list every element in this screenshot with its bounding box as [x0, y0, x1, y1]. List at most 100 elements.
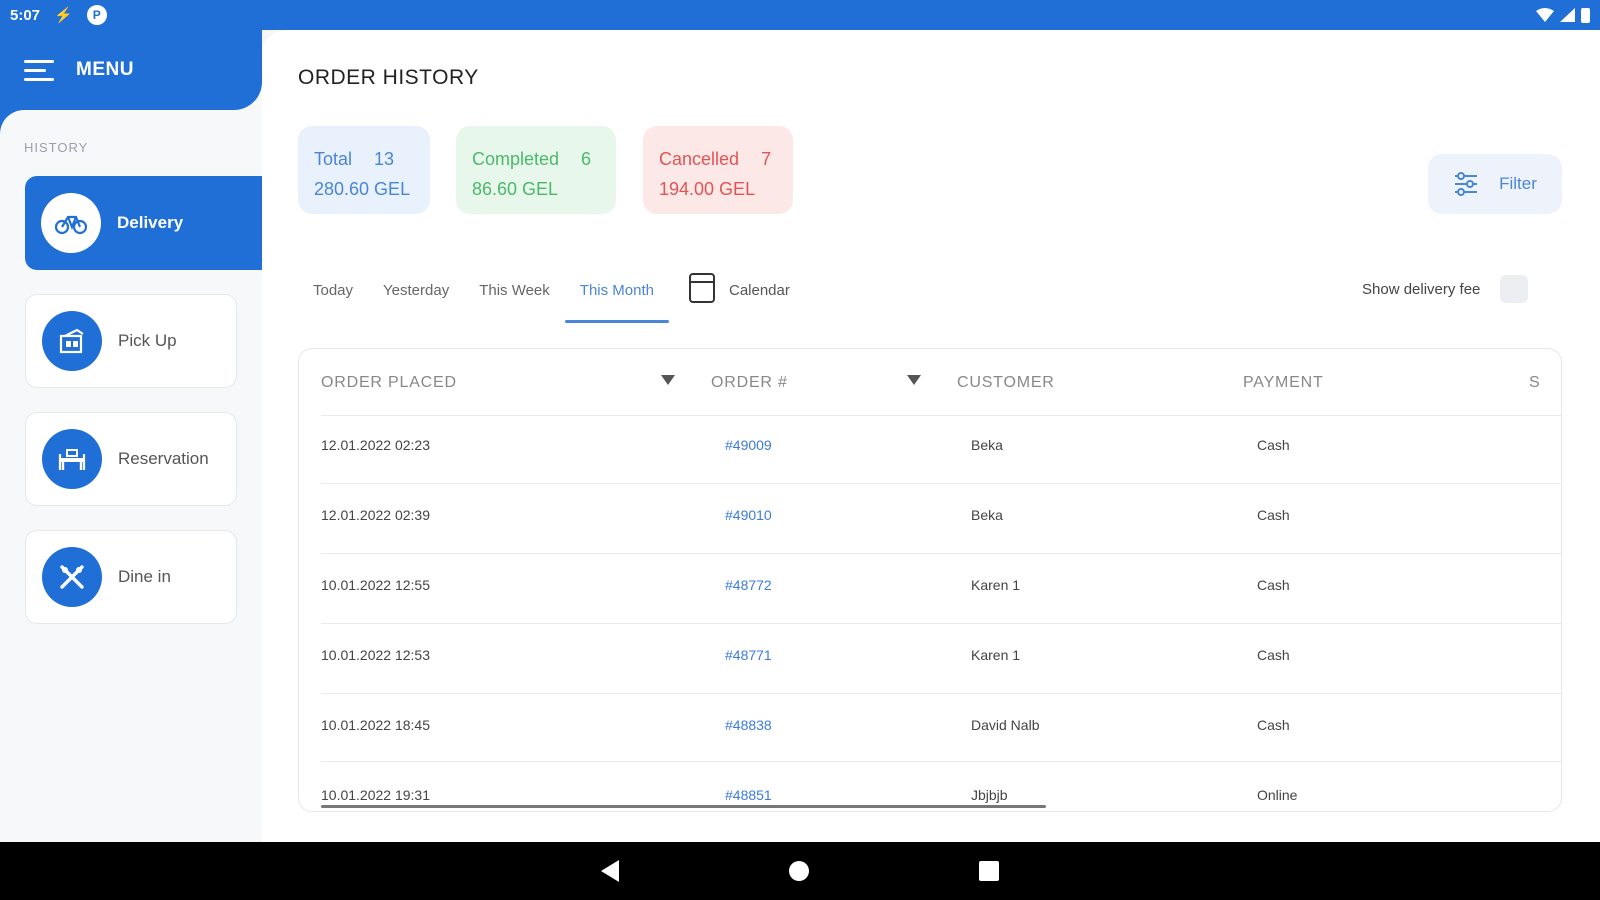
stat-total-card[interactable]: Total 13 280.60 GEL	[298, 126, 430, 214]
cell-order-link[interactable]: #48851	[725, 787, 772, 803]
row-divider	[321, 623, 1561, 624]
wifi-icon	[1536, 8, 1554, 22]
reservation-table-icon	[58, 449, 86, 470]
delivery-fee-toggle[interactable]: Show delivery fee	[1362, 275, 1529, 303]
menu-header[interactable]: MENU	[0, 30, 262, 140]
stat-completed-amount: 86.60 GEL	[472, 179, 559, 199]
cell-customer: Jbjbjb	[971, 787, 1008, 803]
column-header-status: S	[1529, 374, 1541, 391]
hamburger-icon[interactable]	[24, 59, 54, 81]
app-notification-icon: P	[86, 5, 107, 25]
delivery-fee-label: Show delivery fee	[1362, 280, 1481, 298]
stat-completed-count: 6	[581, 149, 592, 169]
sidebar-item-label: Delivery	[117, 213, 184, 232]
stat-total-amount: 280.60 GEL	[314, 179, 411, 199]
side-icon-circle	[42, 429, 102, 489]
side-icon-circle	[42, 311, 102, 371]
sort-arrow-icon[interactable]	[661, 375, 675, 385]
filter-button[interactable]: Filter	[1428, 154, 1562, 214]
cell-payment: Cash	[1257, 437, 1290, 453]
orders-table: ORDER PLACED ORDER # CUSTOMER PAYMENT S …	[298, 348, 1562, 812]
cell-order-placed: 10.01.2022 18:45	[321, 717, 430, 733]
stat-completed-label: Completed	[472, 149, 560, 169]
row-divider	[321, 553, 1561, 554]
tab-yesterday[interactable]: Yesterday	[368, 270, 464, 320]
cell-order-placed: 10.01.2022 19:31	[321, 787, 430, 803]
bicycle-icon	[55, 215, 87, 235]
battery-icon	[1581, 7, 1590, 23]
cell-order-link[interactable]: #48771	[725, 647, 772, 663]
sort-arrow-icon[interactable]	[907, 375, 921, 385]
status-time: 5:07	[10, 6, 41, 24]
cell-payment: Cash	[1257, 717, 1290, 733]
stat-total-label: Total	[314, 149, 353, 169]
column-header-customer: CUSTOMER	[957, 374, 1055, 391]
status-bar: 5:07 ⚡ P	[0, 0, 1600, 30]
sidebar-item-label: Reservation	[118, 449, 209, 468]
pickup-store-icon	[59, 328, 84, 354]
cell-order-link[interactable]: #48838	[725, 717, 772, 733]
calendar-label: Calendar	[728, 282, 790, 299]
signal-icon	[1560, 8, 1575, 22]
tab-this-month[interactable]: This Month	[564, 270, 670, 323]
charging-icon: ⚡	[54, 7, 73, 24]
cell-order-link[interactable]: #49010	[725, 507, 772, 523]
date-tabs: Today Yesterday This Week This Month Cal…	[298, 270, 790, 330]
row-divider	[321, 761, 1561, 762]
stat-completed-card[interactable]: Completed 6 86.60 GEL	[456, 126, 616, 214]
home-icon[interactable]	[789, 861, 809, 881]
cell-payment: Cash	[1257, 577, 1290, 593]
fork-knife-icon	[60, 565, 84, 589]
sliders-icon	[1455, 172, 1478, 196]
cell-order-placed: 10.01.2022 12:53	[321, 647, 430, 663]
row-divider	[321, 693, 1561, 694]
cell-payment: Cash	[1257, 507, 1290, 523]
cell-order-link[interactable]: #49009	[725, 437, 772, 453]
cell-payment: Online	[1257, 787, 1298, 803]
sidebar-body: HISTORY Delivery Pick Up Reservation Din…	[0, 110, 262, 842]
stat-total-count: 13	[374, 149, 395, 169]
sidebar: MENU HISTORY Delivery Pick Up Reservatio…	[0, 30, 262, 842]
cell-customer: David Nalb	[971, 717, 1040, 733]
cell-order-link[interactable]: #48772	[725, 577, 772, 593]
sidebar-item-reservation[interactable]: Reservation	[25, 412, 237, 506]
tab-today[interactable]: Today	[298, 270, 368, 320]
cell-order-placed: 10.01.2022 12:55	[321, 577, 430, 593]
recent-apps-icon[interactable]	[979, 861, 999, 881]
page-title: ORDER HISTORY	[298, 66, 479, 89]
cell-order-placed: 12.01.2022 02:23	[321, 437, 430, 453]
cell-payment: Cash	[1257, 647, 1290, 663]
side-icon-circle	[41, 193, 101, 253]
sidebar-item-label: Pick Up	[118, 331, 177, 350]
stat-cancelled-label: Cancelled	[659, 149, 740, 169]
app-notification-glyph: P	[92, 8, 101, 22]
cell-customer: Beka	[971, 437, 1003, 453]
history-section-label: HISTORY	[24, 140, 89, 155]
cell-customer: Karen 1	[971, 577, 1021, 593]
main-panel: ORDER HISTORY Total 13 280.60 GEL Complet…	[262, 30, 1600, 842]
cell-customer: Karen 1	[971, 647, 1021, 663]
sidebar-item-dine-in[interactable]: Dine in	[25, 530, 237, 624]
sidebar-item-pickup[interactable]: Pick Up	[25, 294, 237, 388]
back-icon[interactable]	[601, 860, 619, 882]
filter-label: Filter	[1499, 174, 1537, 193]
stat-cancelled-amount: 194.00 GEL	[659, 179, 756, 199]
calendar-button[interactable]: Calendar	[688, 270, 790, 303]
calendar-icon	[688, 273, 715, 303]
stat-cancelled-card[interactable]: Cancelled 7 194.00 GEL	[643, 126, 793, 214]
cell-order-placed: 12.01.2022 02:39	[321, 507, 430, 523]
column-header-payment: PAYMENT	[1243, 374, 1324, 391]
row-divider	[321, 415, 1561, 416]
cell-customer: Beka	[971, 507, 1003, 523]
menu-label: MENU	[76, 59, 134, 80]
tab-this-week[interactable]: This Week	[464, 270, 565, 320]
column-header-order-placed[interactable]: ORDER PLACED	[321, 349, 457, 417]
horizontal-scrollbar[interactable]	[321, 805, 1046, 808]
row-divider	[321, 483, 1561, 484]
sidebar-item-delivery[interactable]: Delivery	[25, 176, 262, 270]
side-icon-circle	[42, 547, 102, 607]
stat-cancelled-count: 7	[761, 149, 772, 169]
column-header-order-number[interactable]: ORDER #	[711, 349, 788, 417]
navigation-bar	[0, 842, 1600, 900]
delivery-fee-checkbox[interactable]	[1500, 275, 1529, 303]
